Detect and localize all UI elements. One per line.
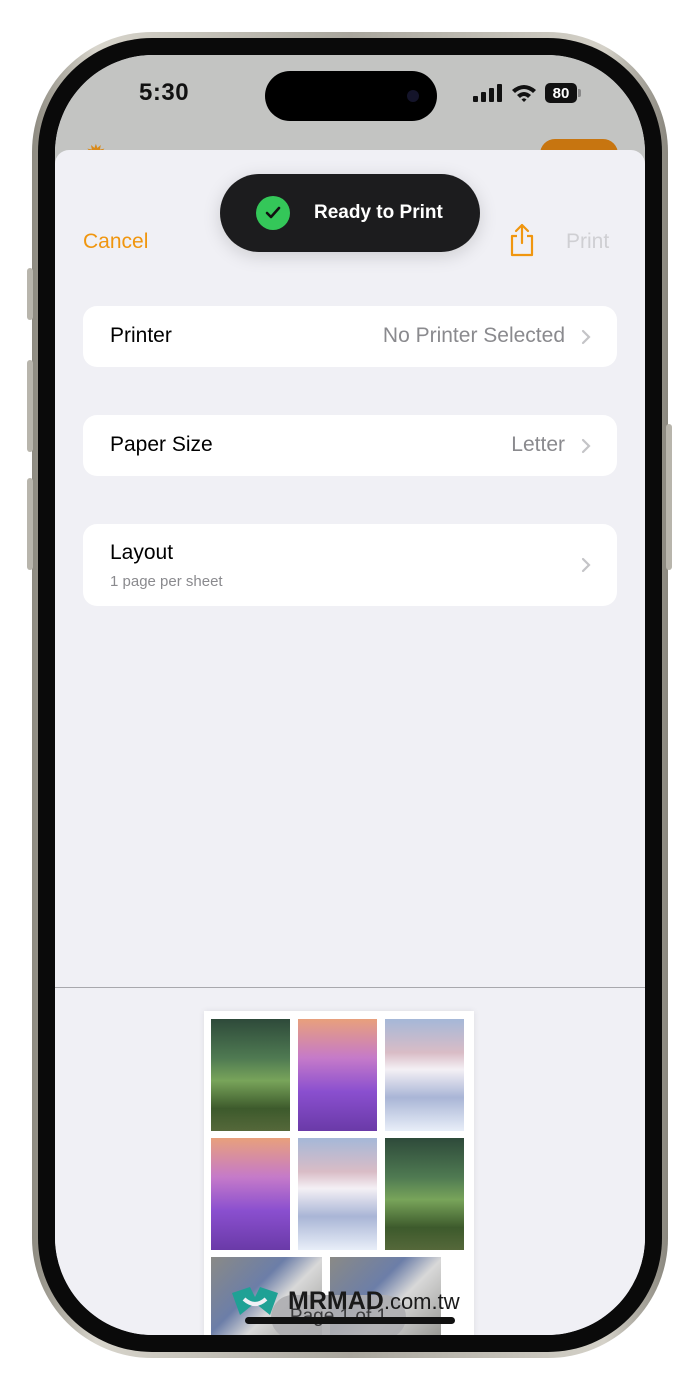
cellular-signal-icon <box>473 84 502 102</box>
action-button <box>27 268 33 320</box>
checkmark-circle-icon <box>256 196 290 230</box>
printer-value: No Printer Selected <box>382 324 565 347</box>
thumbnail-forest <box>385 1138 464 1250</box>
watermark-brand: MRMAD <box>288 1286 384 1315</box>
print-button[interactable]: Print <box>566 230 609 254</box>
layout-label: Layout <box>110 541 174 564</box>
printer-option[interactable]: Printer No Printer Selected <box>83 306 617 367</box>
chevron-right-icon <box>581 557 591 573</box>
thumbnail-mountain <box>298 1138 377 1250</box>
cancel-button[interactable]: Cancel <box>83 230 148 254</box>
preview-divider <box>55 987 645 988</box>
thumbnail-forest <box>211 1019 290 1131</box>
thumbnail-mountain <box>385 1019 464 1131</box>
layout-option[interactable]: Layout 1 page per sheet <box>83 524 617 606</box>
power-button <box>666 424 672 570</box>
paper-size-value: Letter <box>511 433 565 456</box>
toast-message: Ready to Print <box>314 202 443 223</box>
wifi-icon <box>512 85 536 102</box>
watermark: MRMAD.com.tw <box>230 1283 460 1319</box>
paper-size-label: Paper Size <box>110 433 213 456</box>
print-options-sheet: Cancel Print Printer No Printer Selected… <box>55 150 645 1335</box>
volume-up-button <box>27 360 33 452</box>
status-time: 5:30 <box>139 79 190 106</box>
chevron-right-icon <box>581 438 591 454</box>
share-icon[interactable] <box>508 223 536 257</box>
screen: ✹ 5:30 80 Cancel Print Printer No Printe… <box>55 55 645 1335</box>
watermark-domain: .com.tw <box>383 1288 460 1314</box>
battery-icon: 80 <box>545 83 581 103</box>
thumbnail-lavender <box>211 1138 290 1250</box>
volume-down-button <box>27 478 33 570</box>
dynamic-island <box>265 71 437 121</box>
status-icons: 80 <box>473 83 581 103</box>
printer-label: Printer <box>110 324 172 347</box>
ready-toast: Ready to Print <box>220 174 480 252</box>
thumbnail-lavender <box>298 1019 377 1131</box>
layout-subtitle: 1 page per sheet <box>110 573 223 590</box>
paper-size-option[interactable]: Paper Size Letter <box>83 415 617 476</box>
home-indicator[interactable] <box>245 1317 455 1324</box>
mrmad-logo-icon <box>232 1287 278 1315</box>
chevron-right-icon <box>581 329 591 345</box>
camera-icon <box>407 90 419 102</box>
